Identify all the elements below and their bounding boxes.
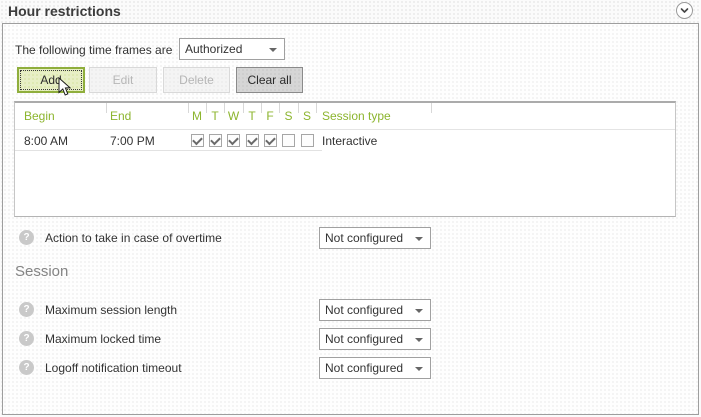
chevron-down-icon <box>415 309 423 313</box>
hour-restrictions-panel: The following time frames are Authorized… <box>2 23 699 415</box>
max-locked-time-row: ? Maximum locked time Not configured <box>3 328 698 350</box>
tuesday-checkbox[interactable] <box>209 134 222 147</box>
max-locked-time-select[interactable]: Not configured <box>319 328 431 350</box>
column-header-filler <box>431 103 675 129</box>
logoff-timeout-select[interactable]: Not configured <box>319 357 431 379</box>
chevron-down-icon <box>415 338 423 342</box>
column-header-saturday: S <box>279 103 298 129</box>
column-header-session-type: Session type <box>316 103 431 129</box>
column-header-begin: Begin <box>15 103 106 129</box>
chevron-down-icon <box>678 4 691 17</box>
friday-checkbox[interactable] <box>264 134 277 147</box>
overtime-select[interactable]: Not configured <box>319 227 431 249</box>
sunday-checkbox[interactable] <box>301 134 314 147</box>
max-locked-time-label: Maximum locked time <box>45 332 161 346</box>
timeframe-row[interactable]: 8:00 AM 7:00 PM Interactive <box>15 130 675 151</box>
overtime-row: ? Action to take in case of overtime Not… <box>3 227 698 249</box>
timeframes-table-header: Begin End M T W T F S S Session type <box>15 103 675 130</box>
chevron-down-icon <box>269 48 277 52</box>
overtime-select-value: Not configured <box>320 231 403 245</box>
chevron-down-icon <box>415 237 423 241</box>
column-header-tuesday: T <box>206 103 224 129</box>
column-header-monday: M <box>188 103 206 129</box>
timeframe-select-value: Authorized <box>180 42 242 56</box>
max-session-length-row: ? Maximum session length Not configured <box>3 299 698 321</box>
column-header-end: End <box>106 103 188 129</box>
max-session-length-select[interactable]: Not configured <box>319 299 431 321</box>
collapse-section-button[interactable] <box>676 2 693 19</box>
max-locked-time-value: Not configured <box>320 332 403 346</box>
column-header-wednesday: W <box>224 103 243 129</box>
column-header-sunday: S <box>298 103 316 129</box>
help-icon[interactable]: ? <box>19 360 34 375</box>
timeframe-label: The following time frames are <box>15 43 172 57</box>
thursday-checkbox[interactable] <box>246 134 259 147</box>
max-session-length-label: Maximum session length <box>45 303 177 317</box>
delete-button: Delete <box>163 67 230 93</box>
clear-all-button[interactable]: Clear all <box>236 67 303 93</box>
session-type-cell: Interactive <box>316 130 431 151</box>
help-icon[interactable]: ? <box>19 331 34 346</box>
section-header: Hour restrictions <box>0 0 701 23</box>
session-section-heading: Session <box>15 263 68 280</box>
edit-button: Edit <box>89 67 157 93</box>
overtime-label: Action to take in case of overtime <box>45 231 222 245</box>
max-session-length-value: Not configured <box>320 303 403 317</box>
hour-restrictions-screen: Hour restrictions The following time fra… <box>0 0 701 417</box>
begin-cell: 8:00 AM <box>15 130 106 151</box>
column-header-friday: F <box>261 103 279 129</box>
logoff-timeout-label: Logoff notification timeout <box>45 361 182 375</box>
help-icon[interactable]: ? <box>19 302 34 317</box>
timeframes-table: Begin End M T W T F S S Session type 8:0… <box>14 101 676 217</box>
wednesday-checkbox[interactable] <box>227 134 240 147</box>
monday-checkbox[interactable] <box>191 134 204 147</box>
logoff-timeout-row: ? Logoff notification timeout Not config… <box>3 357 698 379</box>
saturday-checkbox[interactable] <box>282 134 295 147</box>
logoff-timeout-value: Not configured <box>320 361 403 375</box>
add-button[interactable]: Add <box>17 67 85 93</box>
page-title: Hour restrictions <box>8 3 121 19</box>
timeframe-select[interactable]: Authorized <box>179 38 285 60</box>
help-icon[interactable]: ? <box>19 230 34 245</box>
chevron-down-icon <box>415 367 423 371</box>
column-header-thursday: T <box>243 103 261 129</box>
end-cell: 7:00 PM <box>106 130 188 151</box>
